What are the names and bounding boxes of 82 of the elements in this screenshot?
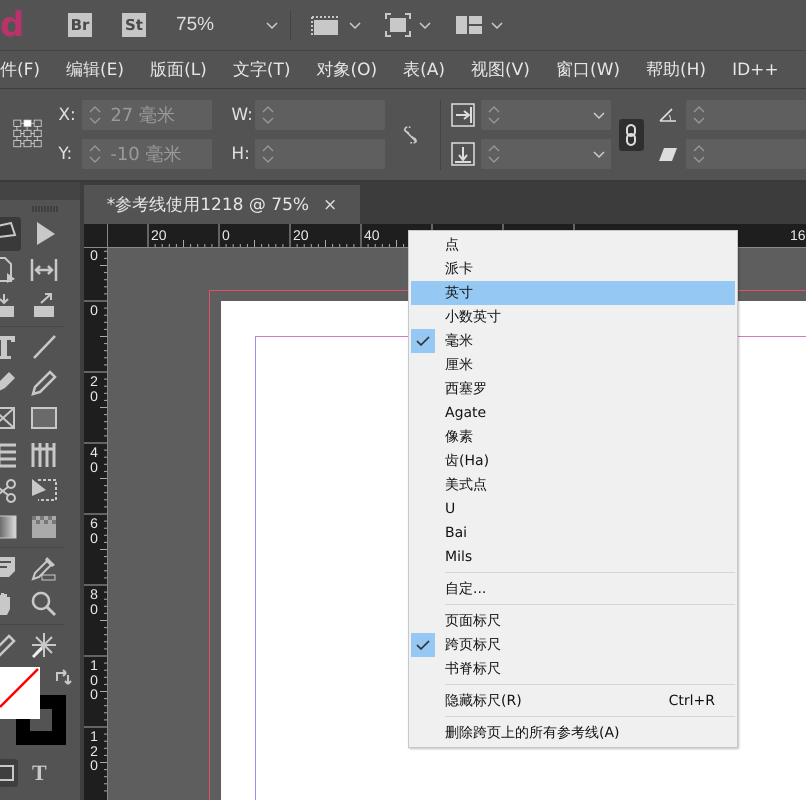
ruler-origin[interactable] — [84, 224, 108, 248]
x-label: X: — [58, 105, 77, 125]
menu-item[interactable]: Bai — [411, 521, 735, 545]
pencil-tool-icon[interactable] — [29, 368, 59, 398]
ruler-number: 40 — [89, 445, 99, 474]
menu-item[interactable]: U — [411, 497, 735, 521]
ruler-number: 16 — [790, 228, 806, 242]
text-mode-button[interactable]: T — [32, 760, 47, 786]
menu-item[interactable]: 编辑(E) — [66, 58, 124, 81]
dropdown-field[interactable] — [480, 100, 611, 130]
menu-item[interactable]: 窗口(W) — [556, 58, 620, 81]
ruler-number: 40 — [364, 228, 380, 242]
app-logo: d — [0, 8, 24, 42]
close-tab-button[interactable]: × — [323, 194, 338, 214]
menu-item[interactable]: 自定... — [411, 577, 735, 601]
scale-width-icon — [450, 103, 475, 127]
menu-item[interactable]: 文字(T) — [232, 58, 290, 81]
zoom-level[interactable]: 75% — [176, 14, 266, 36]
ruler-number: 60 — [89, 516, 99, 546]
ruler-number: 0 — [89, 303, 99, 318]
w-label: W: — [231, 105, 254, 125]
grip-icon[interactable] — [32, 206, 60, 212]
shear-field[interactable] — [686, 139, 806, 169]
constrain-proportions-button[interactable] — [618, 118, 644, 150]
menu-item[interactable]: 跨页标尺 — [411, 633, 735, 657]
shortcut-label: Ctrl+R — [668, 693, 715, 709]
ruler-number: 0 — [222, 228, 230, 242]
frame-view-icon[interactable] — [385, 13, 411, 37]
y-label: Y: — [58, 144, 74, 164]
chevron-down-icon[interactable] — [266, 20, 278, 30]
menu-item[interactable]: 像素 — [411, 425, 735, 449]
layout-grid-icon[interactable] — [455, 14, 483, 36]
menu-item[interactable]: 页面标尺 — [411, 609, 735, 633]
fill-swatch-icon[interactable] — [0, 667, 40, 719]
stock-button[interactable]: St — [122, 13, 146, 37]
container-mode-button[interactable] — [0, 759, 18, 787]
search-icon[interactable] — [29, 589, 59, 619]
document-tab[interactable]: *参考线使用1218 @ 75% × — [84, 185, 360, 224]
screen-mode-icon[interactable] — [311, 13, 341, 37]
menu-item[interactable]: ID++ — [732, 60, 779, 80]
menu-item[interactable]: 删除跨页上的所有参考线(A) — [411, 721, 735, 745]
sparkle-wand-icon[interactable] — [29, 630, 59, 660]
bridge-button[interactable]: Br — [68, 13, 92, 37]
chevron-down-icon[interactable] — [592, 110, 605, 120]
menu-item[interactable]: 派卡 — [411, 257, 735, 281]
ruler-number: 20 — [293, 228, 309, 242]
menu-item[interactable]: 小数英寸 — [411, 305, 735, 329]
menu-item[interactable]: 版面(L) — [150, 58, 207, 81]
menu-item[interactable]: 西塞罗 — [411, 377, 735, 401]
menu-item[interactable]: 毫米 — [411, 329, 735, 353]
ruler-number: 120 — [89, 729, 99, 774]
menu-item[interactable]: 美式点 — [411, 473, 735, 497]
chevron-down-icon[interactable] — [592, 150, 605, 158]
dropdown-field[interactable] — [480, 139, 611, 169]
menu-item[interactable]: Mils — [411, 545, 735, 569]
menu-item[interactable]: 齿(Ha) — [411, 449, 735, 473]
ruler-number: 80 — [89, 587, 99, 616]
menu-item[interactable]: 书脊标尺 — [411, 657, 735, 681]
chevron-down-icon[interactable] — [349, 20, 361, 30]
ruler-number: 20 — [151, 228, 167, 242]
menu-item[interactable]: 对象(O) — [316, 58, 378, 81]
menu-item[interactable]: 表(A) — [403, 58, 446, 81]
chevron-down-icon[interactable] — [419, 20, 431, 30]
chain-link-icon — [625, 124, 638, 146]
h-label: H: — [231, 144, 251, 164]
ruler-number: 100 — [89, 658, 99, 702]
menu-item[interactable]: Agate — [411, 401, 735, 425]
swap-arrow-icon[interactable] — [54, 669, 72, 687]
ruler-number: 0 — [89, 248, 99, 263]
ruler-number: 20 — [89, 374, 99, 404]
menu-item[interactable]: 点 — [411, 233, 735, 257]
menu-item[interactable]: 帮助(H) — [646, 58, 706, 81]
menu-item[interactable]: 件(F) — [0, 58, 40, 81]
menu-item[interactable]: 隐藏标尺(R) Ctrl+R — [411, 689, 735, 713]
menu-item[interactable]: 视图(V) — [471, 58, 530, 81]
scale-height-icon — [450, 142, 475, 166]
width-field[interactable] — [255, 100, 386, 130]
chevron-down-icon[interactable] — [491, 20, 503, 30]
menu-item[interactable]: 厘米 — [411, 353, 735, 377]
menu-item[interactable]: 英寸 — [411, 281, 735, 305]
height-field[interactable] — [255, 139, 386, 169]
rotation-field[interactable] — [686, 100, 806, 130]
